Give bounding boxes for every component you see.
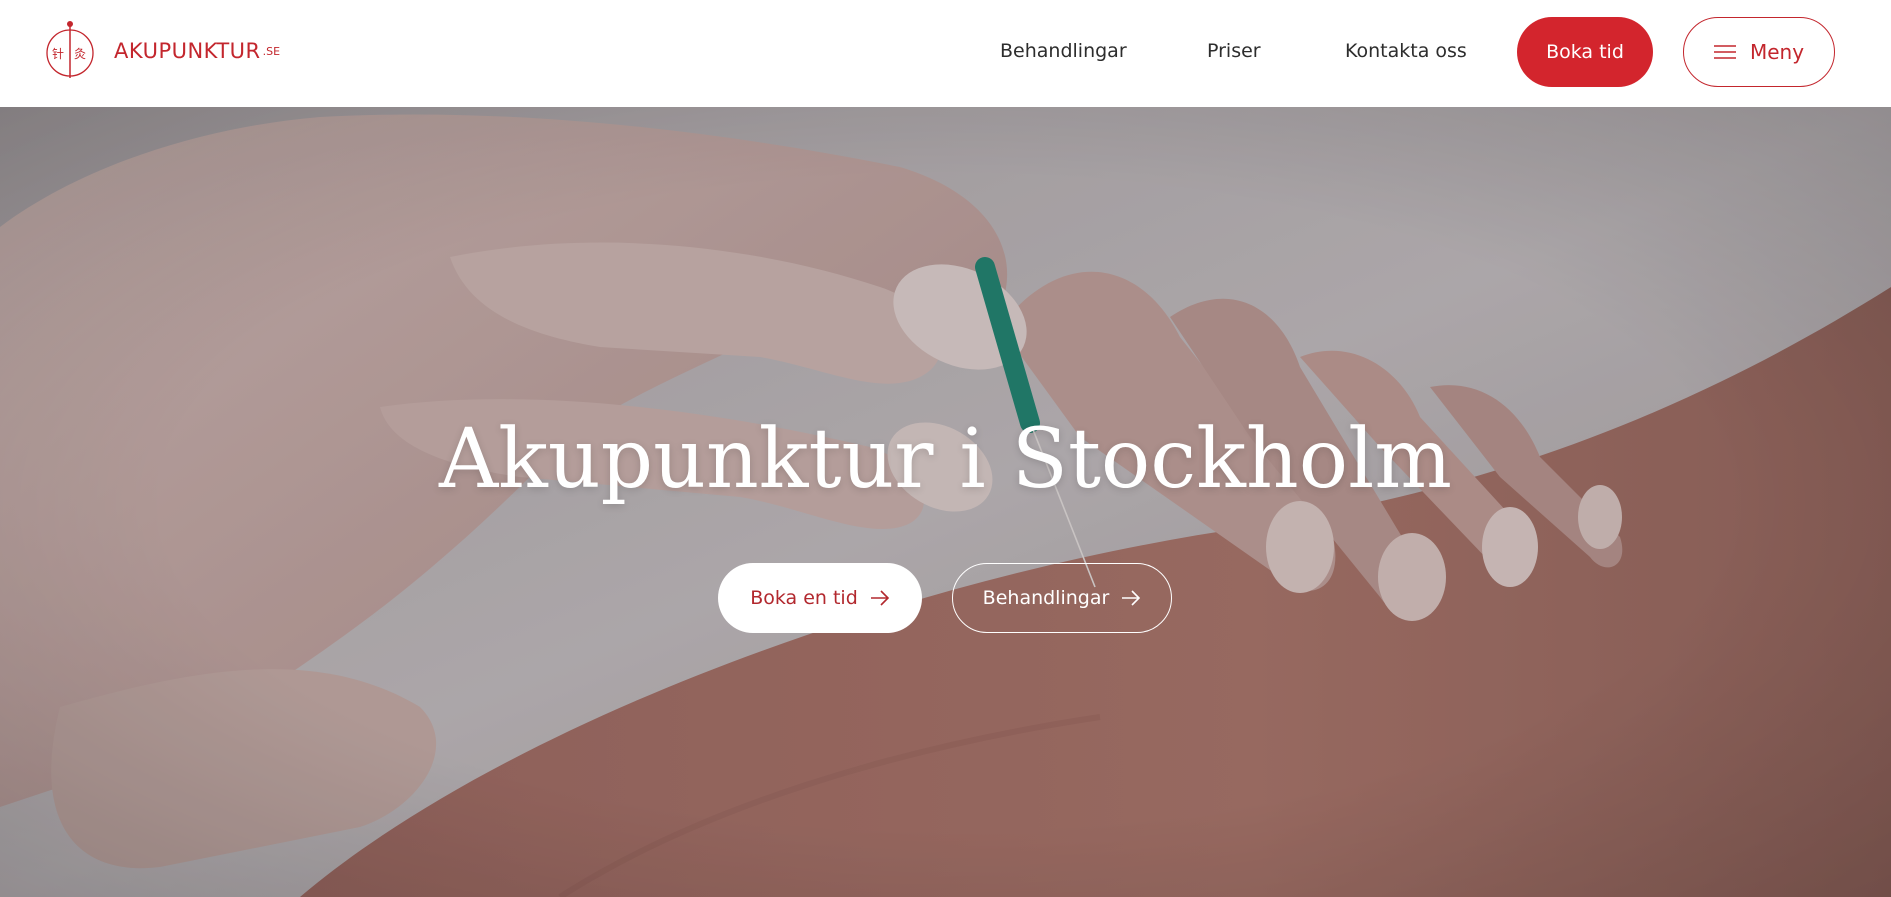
nav-item-behandlingar[interactable]: Behandlingar xyxy=(1000,40,1127,62)
logo-wordmark: AKUPUNKTUR xyxy=(114,39,261,63)
treatments-label: Behandlingar xyxy=(982,587,1110,609)
hero-actions: Boka en tid Behandlingar xyxy=(718,563,1172,633)
hero-title: Akupunktur i Stockholm xyxy=(438,412,1453,507)
book-appointment-label: Boka tid xyxy=(1546,41,1624,63)
hero-section: Akupunktur i Stockholm Boka en tid Behan… xyxy=(0,107,1891,897)
menu-label: Meny xyxy=(1749,40,1805,64)
logo[interactable]: 针 灸 AKUPUNKTUR .SE xyxy=(44,20,280,82)
book-now-button[interactable]: Boka en tid xyxy=(718,563,922,633)
menu-button[interactable]: Meny xyxy=(1683,17,1835,87)
svg-text:针: 针 xyxy=(52,46,64,61)
acupuncture-needle-seal-icon: 针 灸 xyxy=(46,21,94,78)
hamburger-icon xyxy=(1713,45,1736,59)
treatments-button[interactable]: Behandlingar xyxy=(952,563,1172,633)
arrow-right-icon xyxy=(870,590,889,606)
svg-text:灸: 灸 xyxy=(74,47,86,61)
book-appointment-button[interactable]: Boka tid xyxy=(1517,17,1653,87)
logo-suffix: .SE xyxy=(262,44,281,58)
book-now-label: Boka en tid xyxy=(750,587,858,609)
arrow-right-icon xyxy=(1122,590,1141,606)
nav-item-priser[interactable]: Priser xyxy=(1207,40,1261,62)
nav-item-kontakta-oss[interactable]: Kontakta oss xyxy=(1345,40,1467,62)
site-header: 针 灸 AKUPUNKTUR .SE Behandlingar Priser K… xyxy=(0,0,1891,107)
